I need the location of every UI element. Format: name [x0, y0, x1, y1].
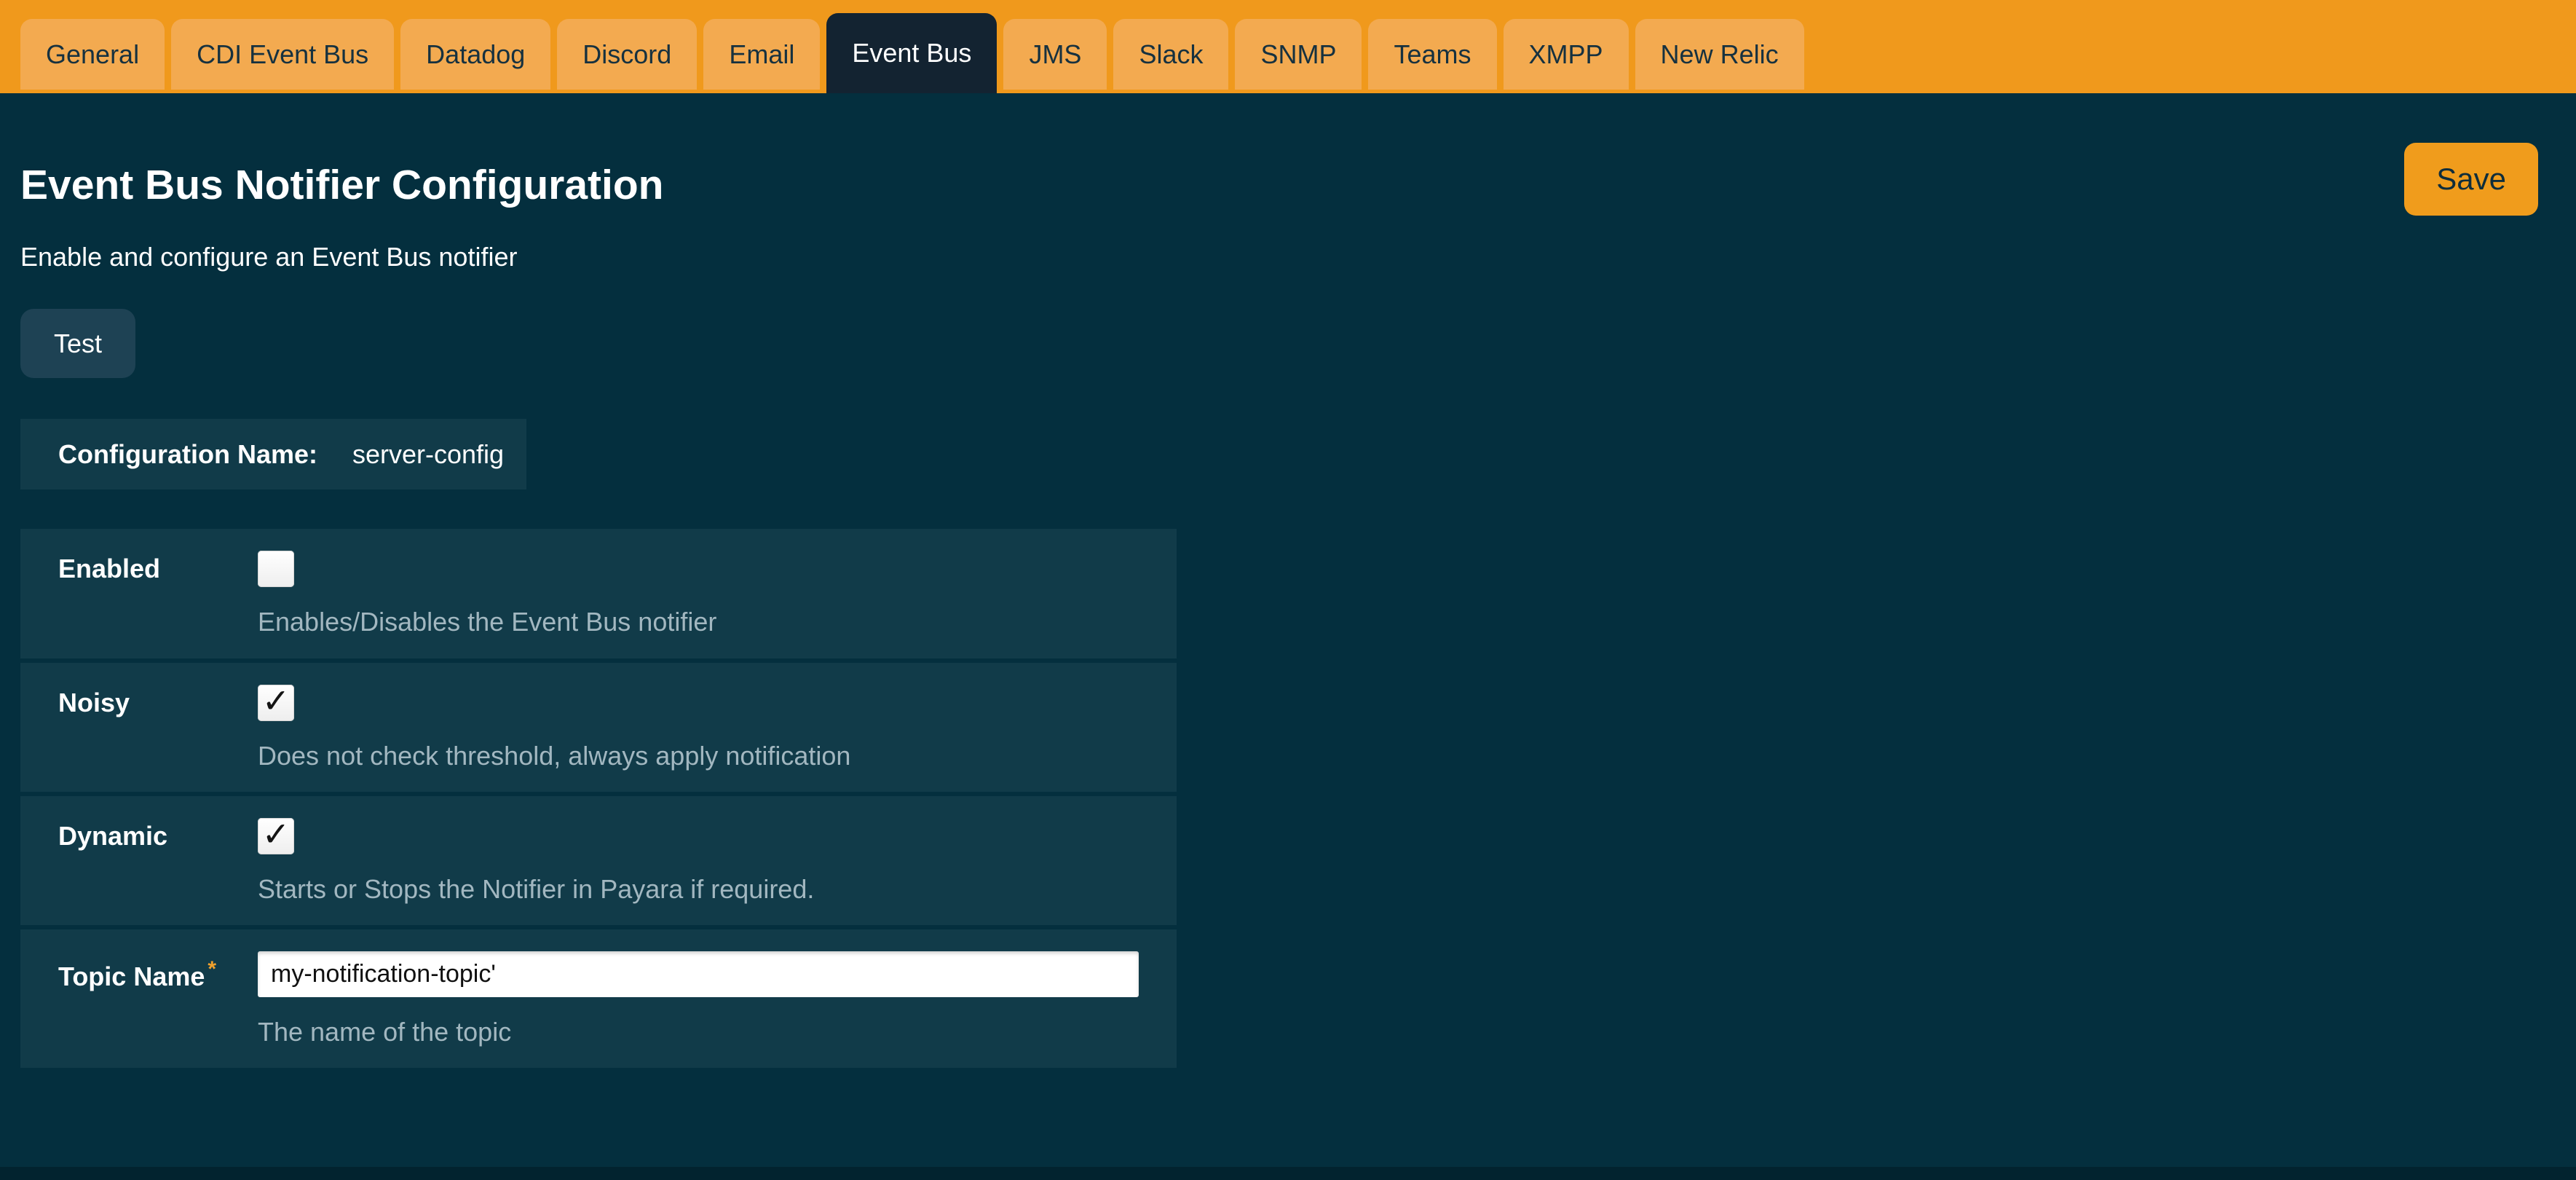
checkmark-icon: ✓	[262, 684, 291, 717]
tab-event-bus[interactable]: Event Bus	[826, 13, 997, 93]
noisy-help-text: Does not check threshold, always apply n…	[258, 740, 1139, 771]
topic-name-help-text: The name of the topic	[258, 1016, 1139, 1047]
noisy-row: Noisy ✓ Does not check threshold, always…	[20, 663, 1177, 792]
save-button[interactable]: Save	[2404, 143, 2538, 216]
content: Save Event Bus Notifier Configuration En…	[0, 93, 2576, 1167]
topic-name-input[interactable]	[258, 951, 1139, 997]
topic-name-row: Topic Name* The name of the topic	[20, 929, 1177, 1068]
noisy-checkbox[interactable]: ✓	[258, 685, 294, 721]
tab-bar: GeneralCDI Event BusDatadogDiscordEmailE…	[0, 0, 2576, 93]
test-button[interactable]: Test	[20, 309, 135, 378]
tab-cdi-event-bus[interactable]: CDI Event Bus	[171, 19, 394, 90]
enabled-checkbox[interactable]	[258, 551, 294, 587]
tab-snmp[interactable]: SNMP	[1235, 19, 1362, 90]
tab-new-relic[interactable]: New Relic	[1635, 19, 1804, 90]
tab-general[interactable]: General	[20, 19, 165, 90]
required-asterisk-icon: *	[208, 957, 216, 981]
config-name-label: Configuration Name:	[58, 439, 317, 470]
tab-discord[interactable]: Discord	[557, 19, 697, 90]
dynamic-help-text: Starts or Stops the Notifier in Payara i…	[258, 873, 1139, 905]
tab-jms[interactable]: JMS	[1003, 19, 1107, 90]
tab-slack[interactable]: Slack	[1113, 19, 1228, 90]
dynamic-row: Dynamic ✓ Starts or Stops the Notifier i…	[20, 796, 1177, 925]
enabled-label: Enabled	[58, 554, 160, 583]
topic-name-label: Topic Name	[58, 961, 205, 991]
tab-datadog[interactable]: Datadog	[400, 19, 550, 90]
checkmark-icon: ✓	[262, 817, 291, 851]
page: GeneralCDI Event BusDatadogDiscordEmailE…	[0, 0, 2576, 1180]
page-subtitle: Enable and configure an Event Bus notifi…	[20, 242, 2538, 272]
enabled-help-text: Enables/Disables the Event Bus notifier	[258, 606, 1139, 637]
page-title: Event Bus Notifier Configuration	[20, 160, 2538, 210]
tab-teams[interactable]: Teams	[1368, 19, 1496, 90]
form-panel: Enabled Enables/Disables the Event Bus n…	[20, 529, 1177, 1068]
noisy-label: Noisy	[58, 688, 130, 717]
tab-xmpp[interactable]: XMPP	[1504, 19, 1629, 90]
enabled-row: Enabled Enables/Disables the Event Bus n…	[20, 529, 1177, 658]
dynamic-label: Dynamic	[58, 821, 167, 851]
config-name-value: server-config	[352, 439, 504, 470]
footer-strip	[0, 1167, 2576, 1180]
tab-email[interactable]: Email	[703, 19, 820, 90]
dynamic-checkbox[interactable]: ✓	[258, 818, 294, 854]
config-name-bar: Configuration Name: server-config	[20, 419, 526, 489]
